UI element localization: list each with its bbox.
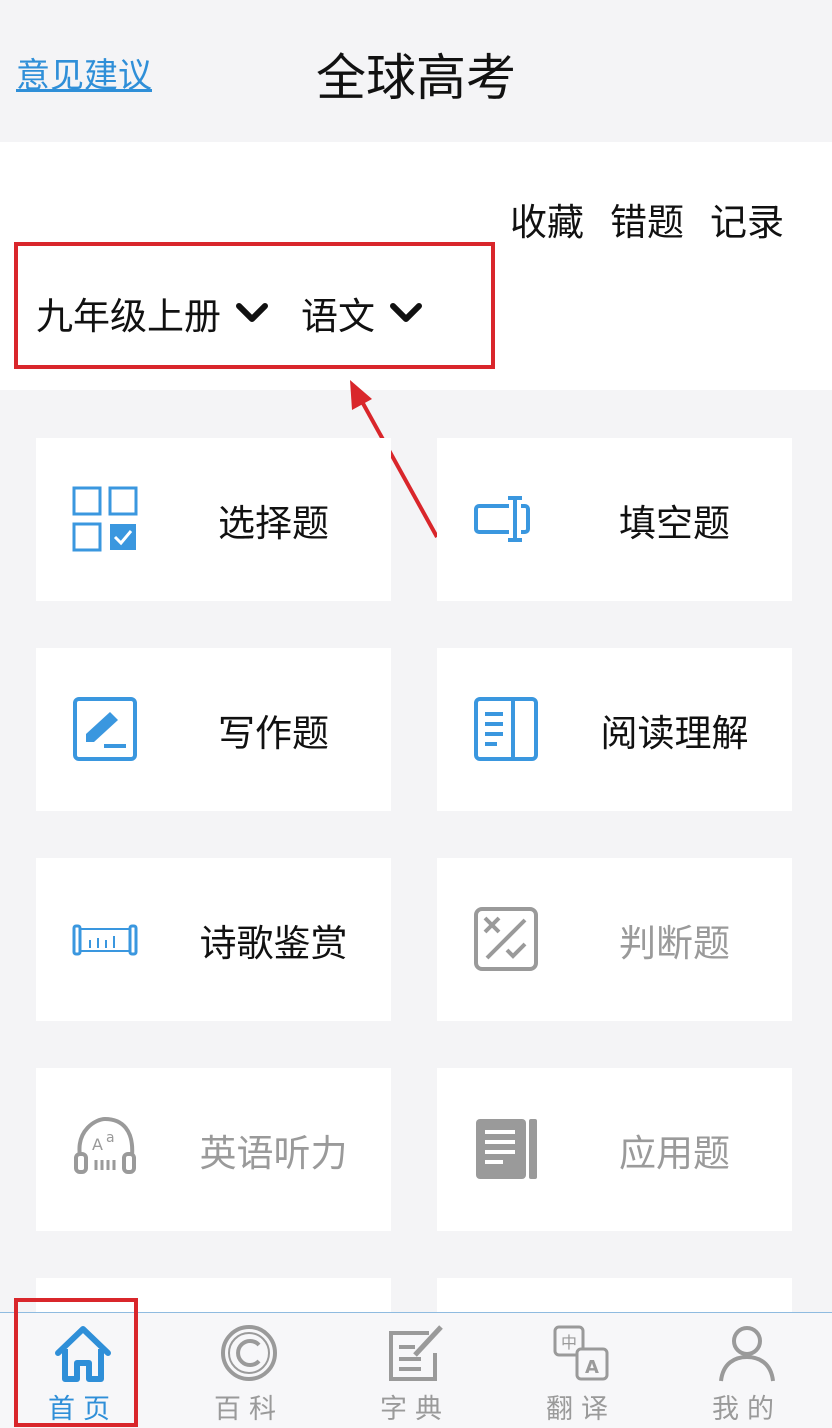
card-label: 阅读理解 (600, 711, 749, 755)
card-label: 英语听力 (199, 1131, 348, 1175)
listening-head-icon: A a (74, 1116, 136, 1174)
book-reading-icon (474, 697, 538, 761)
tab-label: 翻译 (546, 1394, 616, 1425)
grade-dropdown-label: 九年级上册 (36, 295, 221, 338)
subject-dropdown[interactable]: 语文 (301, 286, 423, 340)
tab-label: 我的 (712, 1394, 782, 1425)
card-english-listening[interactable]: A a 英语听力 (36, 1068, 391, 1231)
favorites-link[interactable]: 收藏 (510, 192, 584, 246)
subject-dropdown-label: 语文 (301, 295, 375, 338)
card-label: 选择题 (218, 501, 329, 545)
copyright-circle-icon (221, 1325, 277, 1381)
svg-text:A: A (585, 1357, 599, 1378)
svg-text:a: a (106, 1130, 115, 1146)
card-true-false[interactable]: 判断题 (437, 858, 792, 1021)
chevron-down-icon (390, 303, 422, 322)
scroll-icon (72, 924, 138, 956)
svg-text:中: 中 (561, 1333, 577, 1352)
checkbox-grid-icon (72, 486, 138, 552)
card-applied-problems[interactable]: 应用题 (437, 1068, 792, 1231)
text-cursor-input-icon (474, 496, 530, 542)
card-fill-blank[interactable]: 填空题 (437, 438, 792, 601)
tab-encyclopedia[interactable]: 百科 (166, 1313, 332, 1428)
wrong-questions-link[interactable]: 错题 (610, 192, 684, 246)
true-false-icon (474, 907, 538, 971)
card-writing[interactable]: 写作题 (36, 648, 391, 811)
dictionary-edit-icon (389, 1325, 443, 1381)
card-multiple-choice[interactable]: 选择题 (36, 438, 391, 601)
card-label: 判断题 (619, 921, 730, 965)
document-list-icon (476, 1119, 537, 1179)
edit-pen-icon (73, 697, 137, 761)
user-icon (719, 1326, 775, 1382)
card-label: 写作题 (218, 711, 329, 755)
card-label: 填空题 (619, 501, 730, 545)
tab-translate[interactable]: 中 A 翻译 (498, 1313, 664, 1428)
card-label: 应用题 (619, 1131, 730, 1175)
tab-label: 首页 (48, 1394, 118, 1425)
history-link[interactable]: 记录 (710, 192, 784, 246)
card-poetry[interactable]: 诗歌鉴赏 (36, 858, 391, 1021)
tab-label: 字典 (380, 1394, 450, 1425)
card-label: 诗歌鉴赏 (199, 921, 348, 965)
app-header: 意见建议 全球高考 (0, 0, 832, 142)
chevron-down-icon (236, 303, 268, 322)
top-panel: 收藏 错题 记录 九年级上册 语文 (0, 142, 832, 390)
filter-row: 九年级上册 语文 (36, 286, 423, 340)
svg-text:A: A (92, 1135, 103, 1154)
quick-links: 收藏 错题 记录 (510, 192, 784, 246)
tab-dictionary[interactable]: 字典 (332, 1313, 498, 1428)
grade-dropdown[interactable]: 九年级上册 (36, 286, 269, 340)
tab-profile[interactable]: 我的 (664, 1313, 830, 1428)
bottom-tab-bar: 首页 百科 字典 中 A 翻译 我的 (0, 1312, 832, 1428)
card-reading[interactable]: 阅读理解 (437, 648, 792, 811)
tab-label: 百科 (214, 1394, 284, 1425)
translate-icon: 中 A (553, 1325, 609, 1381)
app-title: 全球高考 (316, 49, 516, 107)
tab-home[interactable]: 首页 (0, 1313, 166, 1428)
home-icon (55, 1326, 111, 1382)
